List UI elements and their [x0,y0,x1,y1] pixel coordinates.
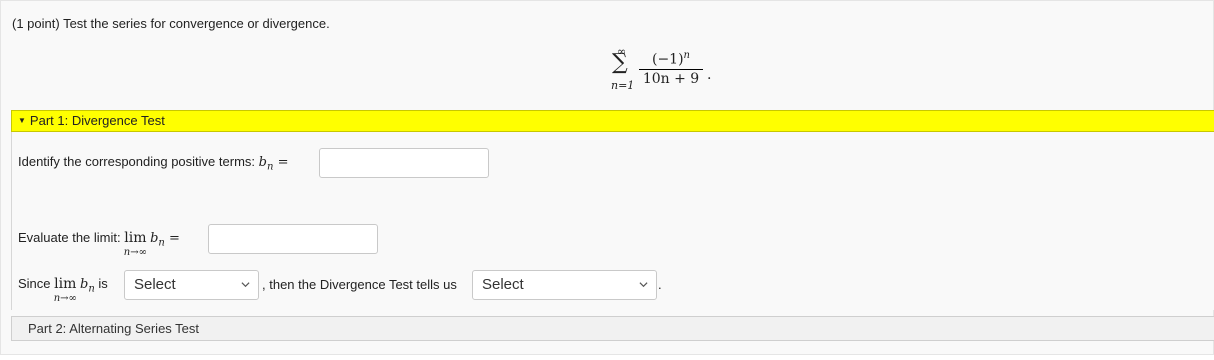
select-value: Select [482,276,524,293]
n-subscript: n [158,237,165,249]
series-denominator: 10n + 9 [642,71,700,87]
limit-label: Evaluate the limit: [18,230,121,245]
limit-input[interactable] [208,224,378,254]
sigma-symbol: ∑ [612,50,628,75]
lim-subscript: n→∞ [123,247,147,258]
series-formula: ∞ ∑ n=1 (−1)n 10n + 9 . [611,45,721,101]
problem-prompt: (1 point) Test the series for convergenc… [12,16,330,31]
b-symbol: b [258,155,267,170]
part1-title: Part 1: Divergence Test [29,113,165,128]
limit-expression: lim n→∞ [124,230,147,258]
part1-header[interactable]: ▼ Part 1: Divergence Test [11,110,1214,132]
since-limit-expression: lim n→∞ [54,276,77,304]
divergence-conclusion-select[interactable]: Select [472,270,657,300]
part2-title: Part 2: Alternating Series Test [28,321,200,336]
bn-row: Identify the corresponding positive term… [18,154,288,173]
numerator-exponent: n [683,50,690,61]
bn-label: Identify the corresponding positive term… [18,154,256,169]
bn-input[interactable] [319,148,489,178]
limit-result-select[interactable]: Select [124,270,259,300]
limit-row: Evaluate the limit: lim n→∞ bn = [18,230,180,258]
n-subscript: n [266,161,274,173]
numerator-base: (−1) [651,51,684,68]
caret-down-icon: ▼ [18,116,26,125]
lim-word: lim [124,230,147,246]
equals-sign: = [169,231,180,246]
end-period: . [658,277,662,292]
part2-header[interactable]: Part 2: Alternating Series Test [11,316,1214,341]
chevron-down-icon [241,282,250,288]
series-lower-limit: n=1 [611,79,635,92]
n-subscript: n [88,283,95,295]
limit-bn: bn = [150,231,180,249]
then-text: , then the Divergence Test tells us [262,277,457,292]
series-period: . [707,67,712,83]
select-value: Select [134,276,176,293]
chevron-down-icon [639,282,648,288]
fraction-bar [639,69,703,70]
lim-subscript: n→∞ [53,293,77,304]
bn-math: bn = [258,155,289,173]
is-label: is [98,276,108,291]
since-label: Since [18,276,51,291]
since-bn: bn [80,277,95,295]
lim-word: lim [54,276,77,292]
since-row: Since lim n→∞ bn is [18,276,108,304]
equals-sign: = [277,155,289,170]
series-numerator: (−1)n [639,50,703,68]
